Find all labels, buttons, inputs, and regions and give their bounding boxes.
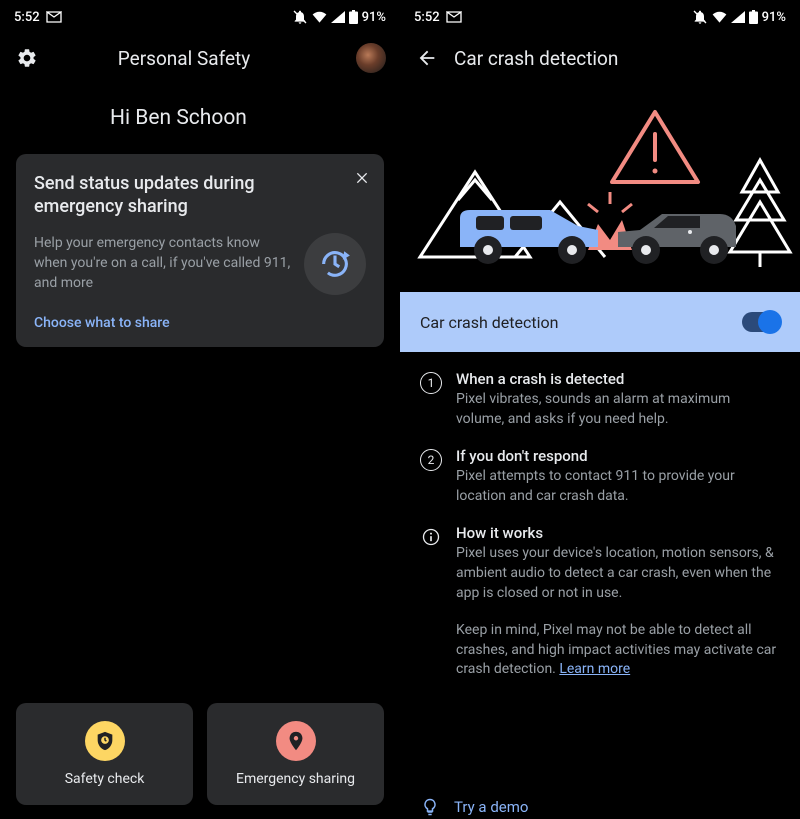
app-bar: Car crash detection [400,34,800,82]
back-arrow-icon[interactable] [414,45,440,71]
safety-check-shield-icon [85,721,125,761]
phone-car-crash: 5:52 91% Car crash detection [400,0,800,819]
status-right: 91% [292,9,386,25]
how-it-works: How it works Pixel uses your device's lo… [420,524,780,603]
step-2-desc: Pixel attempts to contact 911 to provide… [456,467,780,506]
gmail-icon [46,11,62,23]
status-right: 91% [692,9,786,25]
app-bar: Personal Safety [0,34,400,82]
card-title: Send status updates during emergency sha… [34,172,366,219]
settings-gear-icon[interactable] [14,45,40,71]
dnd-bell-off-icon [292,9,308,25]
status-left: 5:52 [414,10,462,25]
status-time: 5:52 [14,10,40,25]
step-1-title: When a crash is detected [456,370,780,388]
gmail-icon [446,11,462,23]
app-title: Car crash detection [454,47,618,70]
learn-more-link[interactable]: Learn more [559,661,630,677]
steps-list: 1 When a crash is detected Pixel vibrate… [400,352,800,680]
emergency-sharing-pin-icon [276,721,316,761]
card-close-button[interactable] [354,170,370,190]
info-icon [420,526,442,548]
step-1-number-icon: 1 [420,372,442,394]
status-updates-card: Send status updates during emergency sha… [16,154,384,347]
status-time: 5:52 [414,10,440,25]
battery-pct: 91% [362,10,386,25]
try-demo-label: Try a demo [454,798,528,816]
wifi-icon [312,11,327,23]
emergency-sharing-label: Emergency sharing [236,771,355,787]
step-2-title: If you don't respond [456,447,780,465]
greeting-text: Hi Ben Schoon [0,82,400,148]
safety-check-label: Safety check [65,771,145,787]
feature-toggle-bar: Car crash detection [400,292,800,352]
toggle-label: Car crash detection [420,313,558,332]
battery-icon [749,10,758,24]
car-crash-illustration [400,92,800,292]
status-left: 5:52 [14,10,62,25]
battery-icon [349,10,358,24]
try-demo-row[interactable]: Try a demo [400,791,800,817]
step-2: 2 If you don't respond Pixel attempts to… [420,447,780,506]
bottom-tiles: Safety check Emergency sharing [16,703,384,805]
cell-signal-icon [731,11,745,23]
emergency-sharing-tile[interactable]: Emergency sharing [207,703,384,805]
battery-pct: 91% [762,10,786,25]
card-description: Help your emergency contacts know when y… [34,234,292,293]
step-2-number-icon: 2 [420,449,442,471]
step-1: 1 When a crash is detected Pixel vibrate… [420,370,780,429]
step-1-desc: Pixel vibrates, sounds an alarm at maxim… [456,390,780,429]
status-bar: 5:52 91% [400,0,800,34]
feature-toggle-switch[interactable] [742,312,780,332]
how-it-works-title: How it works [456,524,780,542]
profile-avatar[interactable] [356,43,386,73]
dnd-bell-off-icon [692,9,708,25]
choose-share-link[interactable]: Choose what to share [34,315,170,331]
status-bar: 5:52 91% [0,0,400,34]
cell-signal-icon [331,11,345,23]
how-it-works-desc: Pixel uses your device's location, motio… [456,544,780,603]
safety-check-tile[interactable]: Safety check [16,703,193,805]
lightbulb-icon [420,797,440,817]
app-title: Personal Safety [54,47,314,70]
history-clock-icon [304,233,366,295]
phone-personal-safety: 5:52 91% Personal Safety Hi Ben Schoon S… [0,0,400,819]
disclaimer-note: Keep in mind, Pixel may not be able to d… [420,621,780,680]
wifi-icon [712,11,727,23]
